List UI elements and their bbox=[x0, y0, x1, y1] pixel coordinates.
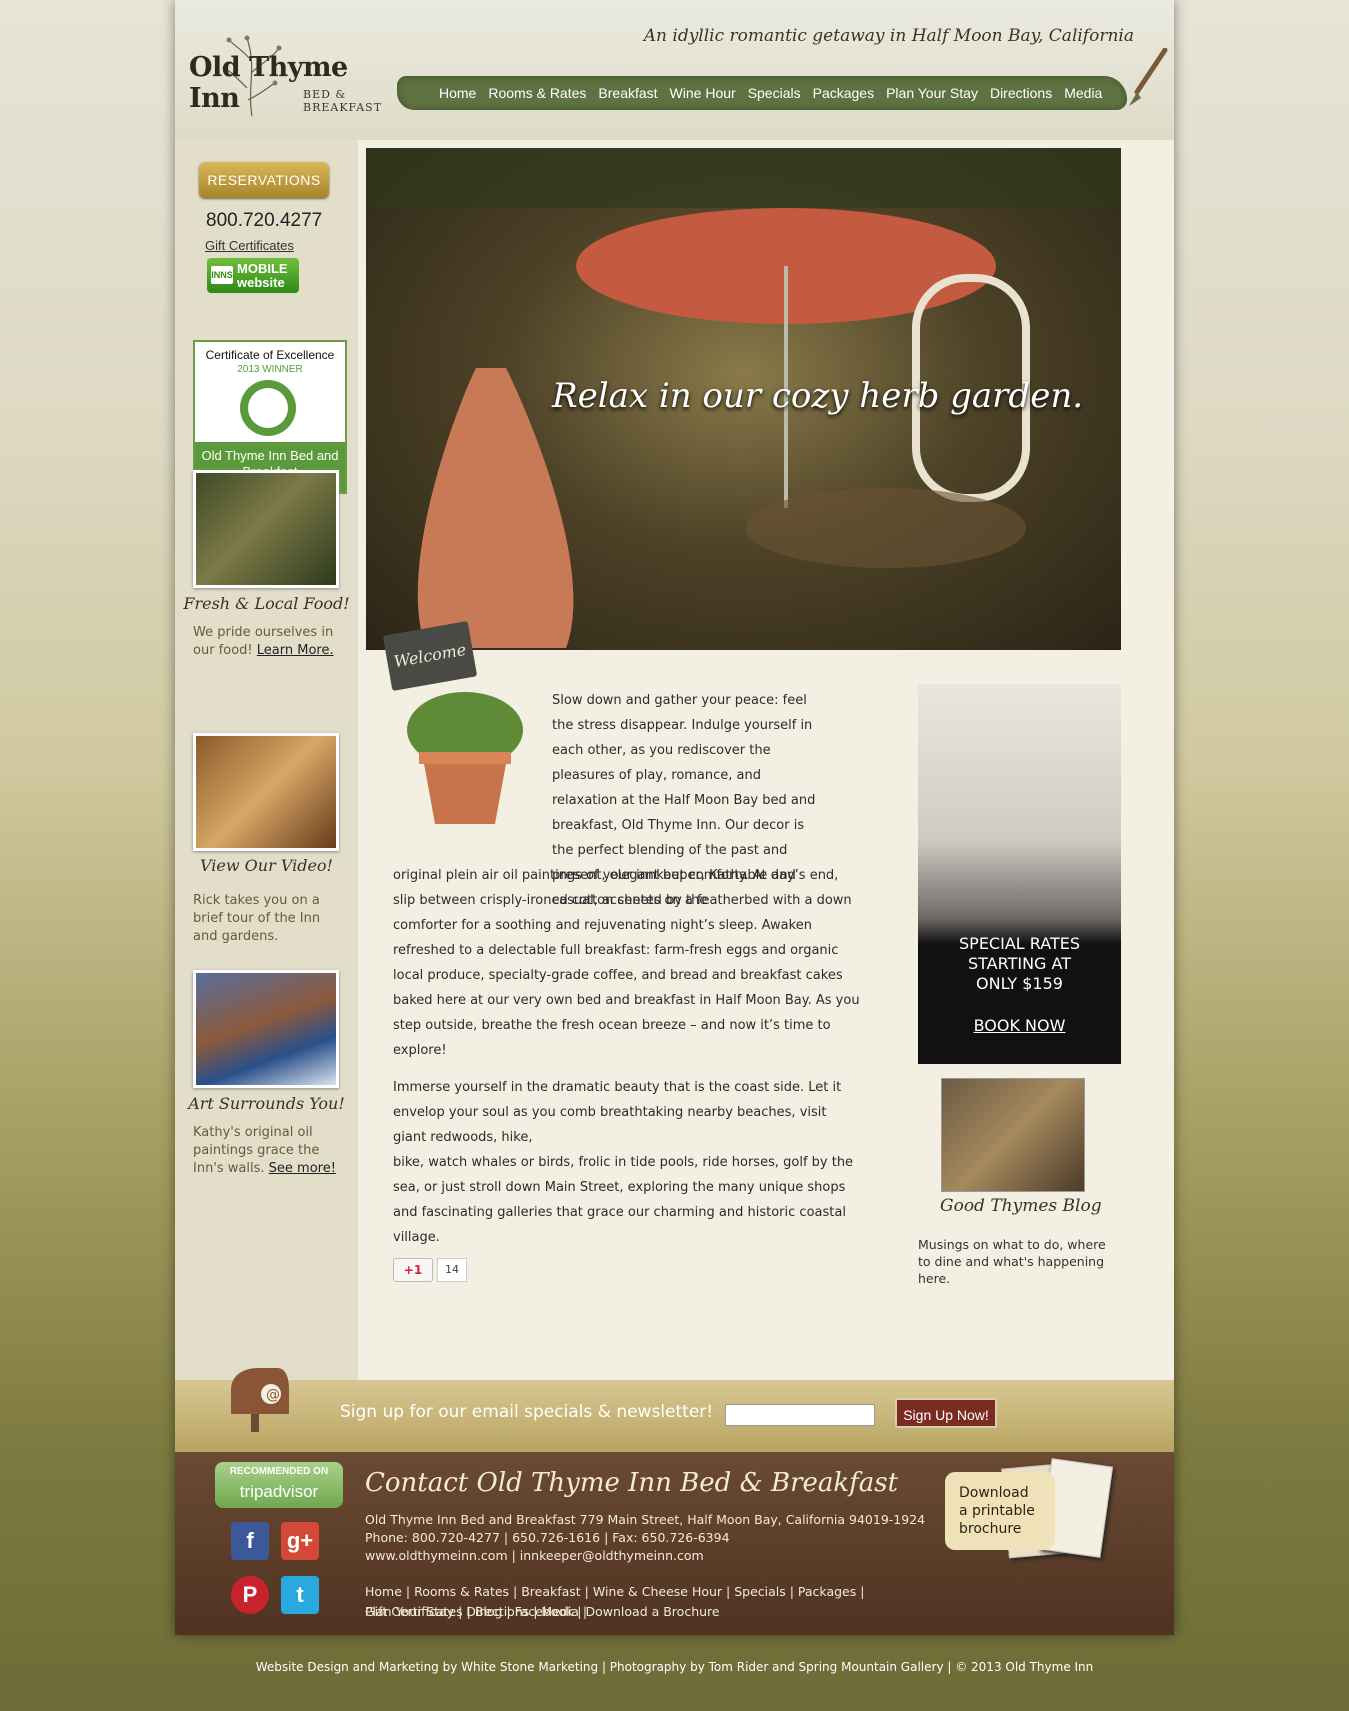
cert-title: Certificate of Excellence bbox=[205, 348, 335, 362]
art-painting-image[interactable] bbox=[193, 970, 339, 1088]
video-title[interactable]: View Our Video! bbox=[175, 856, 358, 875]
contact-address: Old Thyme Inn Bed and Breakfast 779 Main… bbox=[365, 1512, 926, 1527]
ta-name: tripadvisor bbox=[239, 1482, 319, 1501]
nav-rooms-rates[interactable]: Rooms & Rates bbox=[482, 85, 592, 101]
footer-nav-line-2[interactable]: Gift Certificates | Blog | Facebook | Do… bbox=[365, 1602, 885, 1622]
promo-text: SPECIAL RATES STARTING AT ONLY $159 bbox=[918, 934, 1121, 994]
ta-recommended: RECOMMENDED ON bbox=[229, 1466, 329, 1477]
nav-wine-hour[interactable]: Wine Hour bbox=[664, 85, 742, 101]
contact-web-email[interactable]: www.oldthymeinn.com | innkeeper@oldthyme… bbox=[365, 1548, 704, 1563]
blog-image[interactable] bbox=[941, 1078, 1085, 1192]
main-nav: Home Rooms & Rates Breakfast Wine Hour S… bbox=[397, 76, 1127, 110]
mailbox-icon: @ bbox=[231, 1368, 289, 1432]
video-thumbnail[interactable] bbox=[193, 733, 339, 851]
google-plus-icon[interactable]: g+ bbox=[281, 1522, 319, 1560]
promo-line-3: ONLY $159 bbox=[976, 974, 1063, 993]
video-text: Rick takes you on a brief tour of the In… bbox=[193, 893, 321, 944]
website-label: website bbox=[237, 275, 285, 290]
hero-caption: Relax in our cozy herb garden. bbox=[552, 376, 1084, 416]
nav-media[interactable]: Media bbox=[1058, 85, 1108, 101]
food-text: We pride ourselves in our food! Learn Mo… bbox=[193, 624, 343, 660]
nav-directions[interactable]: Directions bbox=[984, 85, 1058, 101]
book-now-link[interactable]: BOOK NOW bbox=[918, 1016, 1121, 1035]
reservations-button[interactable]: RESERVATIONS bbox=[199, 162, 329, 198]
art-text: Kathy's original oil paintings grace the… bbox=[193, 1124, 343, 1178]
newsletter-label: Sign up for our email specials & newslet… bbox=[340, 1402, 714, 1422]
hero-image: Relax in our cozy herb garden. bbox=[366, 148, 1121, 650]
gift-certificates-link[interactable]: Gift Certificates bbox=[205, 238, 294, 253]
tripadvisor-badge[interactable]: RECOMMENDED ON tripadvisor bbox=[215, 1462, 343, 1508]
brochure-line-2: a printable bbox=[959, 1503, 1035, 1519]
cert-year: 2013 WINNER bbox=[237, 364, 303, 375]
sidebar: RESERVATIONS 800.720.4277 Gift Certifica… bbox=[175, 140, 358, 1380]
intro-paragraph-part-2: original plein air oil paintings of your… bbox=[393, 868, 860, 1058]
nav-specials[interactable]: Specials bbox=[742, 85, 807, 101]
see-more-link[interactable]: See more! bbox=[269, 1161, 336, 1176]
inns-icon: INNS bbox=[211, 266, 233, 284]
sign-up-button[interactable]: Sign Up Now! bbox=[895, 1398, 997, 1428]
phone-number: 800.720.4277 bbox=[206, 210, 323, 231]
tripadvisor-owl-icon bbox=[240, 380, 296, 436]
twitter-icon[interactable]: t bbox=[281, 1576, 319, 1614]
explore-paragraph-part-2: bike, watch whales or birds, frolic in t… bbox=[393, 1155, 854, 1245]
logo-sub-line-1: BED & bbox=[303, 88, 347, 101]
food-title: Fresh & Local Food! bbox=[183, 594, 350, 613]
tagline: An idyllic romantic getaway in Half Moon… bbox=[643, 26, 1134, 46]
blog-text: Musings on what to do, where to dine and… bbox=[918, 1237, 1106, 1286]
promo-line-1: SPECIAL RATES bbox=[959, 934, 1080, 953]
paintbrush-icon bbox=[1129, 48, 1168, 106]
page-container: Old Thyme Inn BED & BREAKFAST An idyllic… bbox=[175, 0, 1174, 1635]
logo-subtitle: BED & BREAKFAST bbox=[303, 88, 382, 114]
nav-packages[interactable]: Packages bbox=[807, 85, 880, 101]
special-rates-promo[interactable]: SPECIAL RATES STARTING AT ONLY $159 BOOK… bbox=[918, 684, 1121, 1064]
logo-sub-line-2: BREAKFAST bbox=[303, 101, 383, 114]
nav-plan-your-stay[interactable]: Plan Your Stay bbox=[880, 85, 984, 101]
explore-paragraph-part-1: Immerse yourself in the dramatic beauty … bbox=[393, 1080, 842, 1145]
nav-home[interactable]: Home bbox=[433, 85, 482, 101]
newsletter-email-input[interactable] bbox=[725, 1404, 875, 1426]
herb-garden-sign-image[interactable] bbox=[193, 470, 339, 588]
mobile-label: MOBILE bbox=[237, 261, 288, 276]
contact-title: Contact Old Thyme Inn Bed & Breakfast bbox=[365, 1468, 899, 1498]
header: Old Thyme Inn BED & BREAKFAST An idyllic… bbox=[175, 0, 1174, 140]
site-logo[interactable]: Old Thyme Inn BED & BREAKFAST bbox=[181, 22, 391, 122]
google-plus-count: 14 bbox=[437, 1258, 467, 1282]
blog-title[interactable]: Good Thymes Blog bbox=[940, 1196, 1102, 1216]
mobile-website-button[interactable]: INNS MOBILE website bbox=[207, 258, 299, 293]
learn-more-link[interactable]: Learn More. bbox=[257, 643, 334, 658]
brochure-line-1: Download bbox=[959, 1485, 1029, 1501]
breakfast-in-bed-image bbox=[918, 684, 1121, 944]
art-title: Art Surrounds You! bbox=[188, 1094, 345, 1113]
facebook-icon[interactable]: f bbox=[231, 1522, 269, 1560]
site-credit: Website Design and Marketing by White St… bbox=[255, 1660, 1094, 1674]
svg-text:@: @ bbox=[266, 1387, 280, 1403]
download-brochure-button[interactable]: Download a printable brochure bbox=[945, 1472, 1055, 1550]
google-plus-one-button[interactable]: +1 bbox=[393, 1258, 433, 1282]
nav-breakfast[interactable]: Breakfast bbox=[592, 85, 663, 101]
google-plus-widget: +1 14 bbox=[393, 1258, 467, 1282]
contact-phones: Phone: 800.720-4277 | 650.726-1616 | Fax… bbox=[365, 1530, 730, 1545]
newsletter-bar: @ Sign up for our email specials & newsl… bbox=[175, 1368, 1174, 1452]
brochure-line-3: brochure bbox=[959, 1521, 1022, 1537]
plant-pot-icon bbox=[407, 692, 523, 824]
footer: RECOMMENDED ON tripadvisor f g+ P t Cont… bbox=[175, 1452, 1174, 1635]
promo-line-2: STARTING AT bbox=[967, 954, 1071, 973]
pinterest-icon[interactable]: P bbox=[231, 1576, 269, 1614]
brochure-label: Download a printable brochure bbox=[959, 1484, 1035, 1538]
